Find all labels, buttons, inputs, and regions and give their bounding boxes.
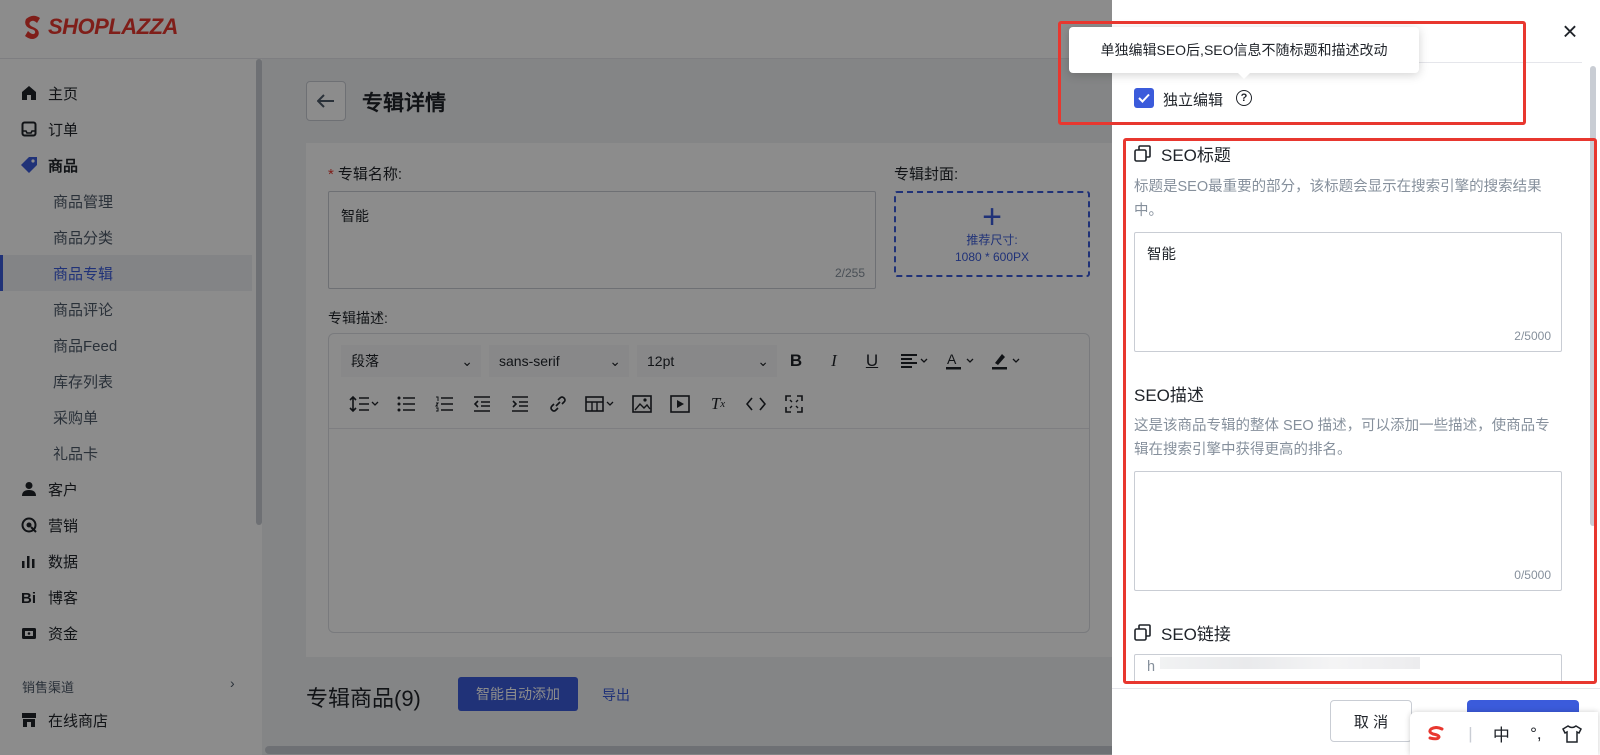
- modal-overlay[interactable]: [0, 0, 1112, 755]
- sogou-logo-icon: [1428, 725, 1444, 740]
- highlight-box-independent-edit: [1058, 21, 1526, 125]
- ime-divider: |: [1468, 723, 1473, 743]
- shirt-icon[interactable]: [1561, 724, 1582, 743]
- drawer-footer-divider: [1112, 688, 1600, 689]
- ime-punctuation[interactable]: °,: [1530, 724, 1542, 744]
- ime-language[interactable]: 中: [1493, 721, 1510, 746]
- ime-toolbar[interactable]: | 中 °,: [1410, 712, 1598, 755]
- highlight-box-seo-fields: [1123, 138, 1597, 684]
- close-icon[interactable]: ×: [1558, 18, 1582, 44]
- cancel-button[interactable]: 取 消: [1330, 700, 1412, 742]
